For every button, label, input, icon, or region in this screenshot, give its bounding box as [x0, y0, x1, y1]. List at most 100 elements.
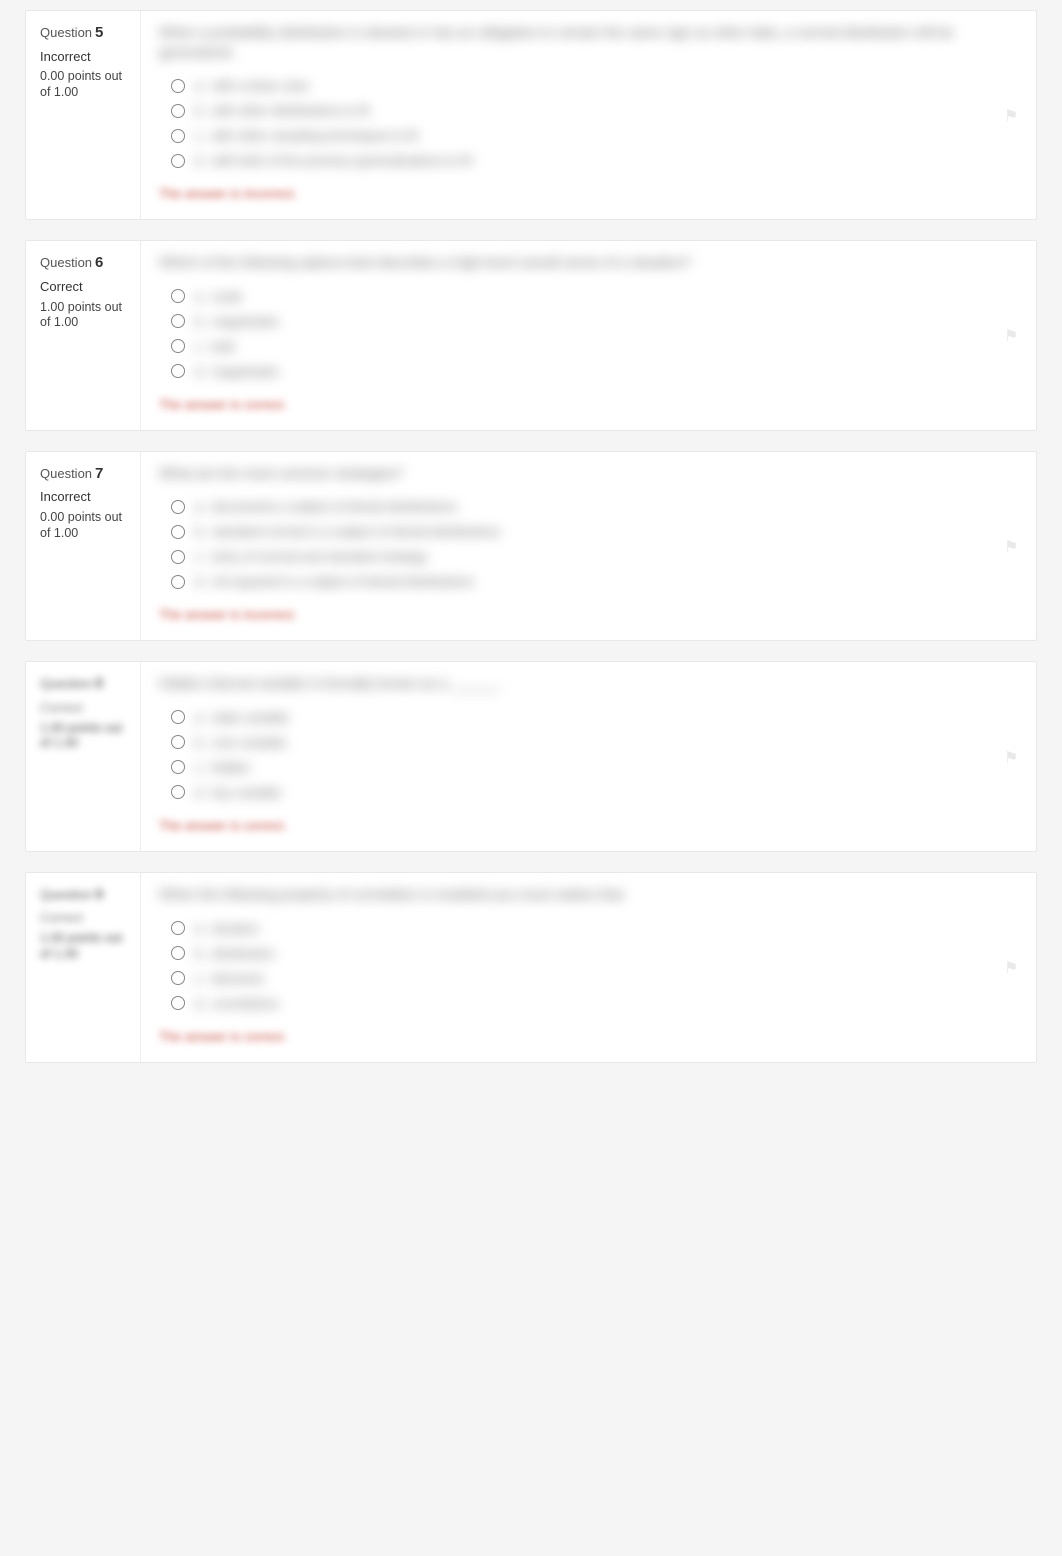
answer-choice[interactable]: c.with other sampling techniques to fit [171, 128, 1018, 143]
answer-text-wrap: b.with other distributions to fit [195, 103, 369, 118]
question-block: Question6Correct1.00 points out of 1.00 W… [25, 240, 1037, 431]
flag-icon[interactable]: ⚑ [1004, 106, 1022, 124]
question-status: Correct [40, 910, 130, 927]
question-meta: Question5Incorrect0.00 points out of 1.0… [26, 11, 141, 219]
radio-icon[interactable] [171, 785, 185, 799]
question-block: Question5Incorrect0.00 points out of 1.0… [25, 10, 1037, 220]
flag-icon[interactable]: ⚑ [1004, 537, 1022, 555]
answer-choice[interactable]: a.with a base case [171, 78, 1018, 93]
radio-icon[interactable] [171, 154, 185, 168]
answer-choice[interactable]: c.hidden [171, 760, 1018, 775]
question-number: 9 [95, 886, 103, 903]
radio-icon[interactable] [171, 575, 185, 589]
answer-choice[interactable]: d.correlations [171, 996, 1018, 1011]
answer-text: elements [211, 971, 264, 986]
radio-icon[interactable] [171, 339, 185, 353]
answer-choices: a.duration b.distribution c.elements d.corr… [171, 921, 1018, 1011]
answer-text-wrap: c.elements [195, 971, 264, 986]
answer-choice[interactable]: a.duration [171, 921, 1018, 936]
radio-icon[interactable] [171, 79, 185, 93]
answer-choice[interactable]: c.bulk [171, 339, 1018, 354]
answer-text-wrap: d.key variable [195, 785, 281, 800]
question-label: Question [40, 25, 92, 40]
answer-text-wrap: a.duration [195, 921, 259, 936]
question-body: What are the most common strategies? a.do… [141, 452, 1036, 641]
answer-text: with other distributions to fit [212, 103, 370, 118]
radio-icon[interactable] [171, 525, 185, 539]
answer-choice[interactable]: d.magnitudes [171, 364, 1018, 379]
answer-letter: a. [195, 921, 206, 936]
answer-letter: d. [195, 574, 206, 589]
question-label-line: Question6 [40, 253, 130, 273]
question-label: Question [40, 676, 92, 691]
question-label: Question [40, 255, 92, 270]
question-label-line: Question7 [40, 464, 130, 484]
answer-choice[interactable]: b. core variable [171, 735, 1018, 750]
flag-icon[interactable]: ⚑ [1004, 958, 1022, 976]
answer-text: chi-squared is a subject of denial distr… [212, 574, 474, 589]
answer-text: core variable [212, 735, 286, 750]
question-prompt: Hidden internal variable is formally kno… [159, 674, 1018, 694]
answer-text: state variable [212, 710, 289, 725]
answer-letter: b. [195, 735, 206, 750]
radio-icon[interactable] [171, 364, 185, 378]
flag-icon[interactable]: ⚑ [1004, 748, 1022, 766]
question-block: Question9Correct1.00 points out of 1.00W… [25, 872, 1037, 1063]
radio-icon[interactable] [171, 921, 185, 935]
radio-icon[interactable] [171, 946, 185, 960]
answer-letter: d. [195, 153, 206, 168]
answer-letter: d. [195, 785, 206, 800]
question-number: 6 [95, 254, 103, 271]
question-body: When the following property of correlati… [141, 873, 1036, 1062]
answer-choice[interactable]: d.key variable [171, 785, 1018, 800]
answer-text: with a base case [212, 78, 309, 93]
answer-text: scale [212, 289, 242, 304]
quiz-page: Question5Incorrect0.00 points out of 1.0… [0, 0, 1062, 1093]
answer-choice[interactable]: c.entry of normal and standard strategy [171, 549, 1018, 564]
answer-choice[interactable]: a.documents a subject of denial distribu… [171, 499, 1018, 514]
answer-text-wrap: b.standard normal is a subject of denial… [195, 524, 500, 539]
answer-choice[interactable]: c.elements [171, 971, 1018, 986]
question-body: Hidden internal variable is formally kno… [141, 662, 1036, 851]
answer-choice[interactable]: a.state variable [171, 710, 1018, 725]
question-meta: Question7Incorrect0.00 points out of 1.0… [26, 452, 141, 641]
question-points: 1.00 points out of 1.00 [40, 721, 130, 752]
answer-choice[interactable]: d.with both of the previous generalizati… [171, 153, 1018, 168]
radio-icon[interactable] [171, 760, 185, 774]
answer-choice[interactable]: b.magnitudes [171, 314, 1018, 329]
radio-icon[interactable] [171, 971, 185, 985]
radio-icon[interactable] [171, 550, 185, 564]
answer-text: correlations [212, 996, 279, 1011]
answer-choice[interactable]: b.standard normal is a subject of denial… [171, 524, 1018, 539]
answer-choice[interactable]: a.scale [171, 289, 1018, 304]
answer-text-wrap: c.entry of normal and standard strategy [195, 549, 427, 564]
answer-text: distribution [212, 946, 275, 961]
answer-choice[interactable]: b.distribution [171, 946, 1018, 961]
question-number: 5 [95, 24, 103, 41]
radio-icon[interactable] [171, 129, 185, 143]
question-label: Question [40, 887, 92, 902]
radio-icon[interactable] [171, 735, 185, 749]
question-prompt: What are the most common strategies? [159, 464, 1018, 484]
question-points: 0.00 points out of 1.00 [40, 69, 130, 100]
radio-icon[interactable] [171, 500, 185, 514]
answer-text: documents a subject of denial distributi… [212, 499, 457, 514]
answer-text-wrap: d.with both of the previous generalizati… [195, 153, 472, 168]
question-status: Correct [40, 700, 130, 717]
flag-icon[interactable]: ⚑ [1004, 326, 1022, 344]
answer-text: magnitudes [212, 314, 279, 329]
radio-icon[interactable] [171, 710, 185, 724]
answer-choice[interactable]: d. chi-squared is a subject of denial dis… [171, 574, 1018, 589]
question-block: Question7Incorrect0.00 points out of 1.0… [25, 451, 1037, 642]
answer-choice[interactable]: b.with other distributions to fit [171, 103, 1018, 118]
radio-icon[interactable] [171, 996, 185, 1010]
radio-icon[interactable] [171, 104, 185, 118]
answer-text-wrap: d.correlations [195, 996, 279, 1011]
question-prompt: Which of the following options best desc… [159, 253, 1018, 273]
question-label-line: Question8 [40, 674, 130, 694]
feedback-text: The answer is incorrect. [159, 186, 1018, 201]
answer-text-wrap: b.distribution [195, 946, 275, 961]
radio-icon[interactable] [171, 314, 185, 328]
radio-icon[interactable] [171, 289, 185, 303]
question-meta: Question6Correct1.00 points out of 1.00 [26, 241, 141, 430]
